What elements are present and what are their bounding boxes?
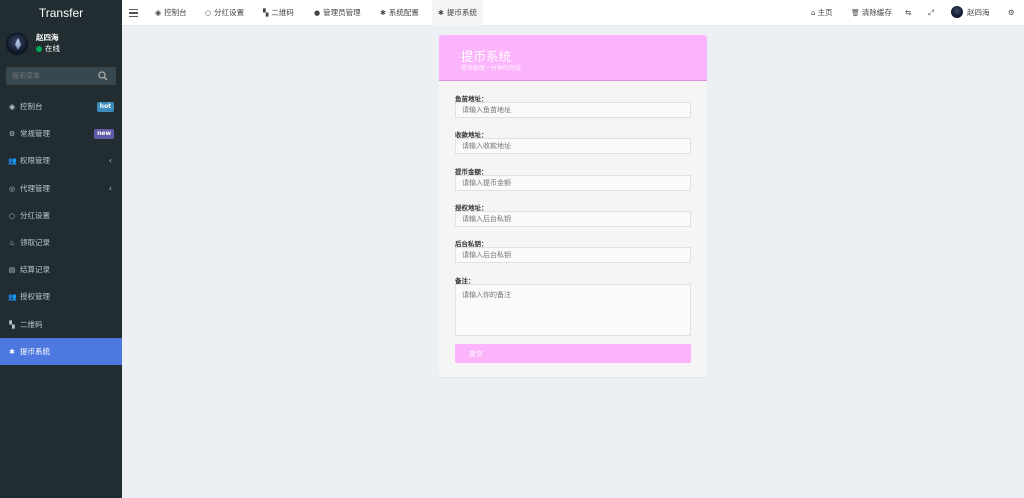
sidebar-item-label: 代理管理 [20, 183, 50, 193]
sidebar-item-claim-records[interactable]: ♨ 领取记录 [0, 229, 122, 256]
tab-label: 二维码 [271, 8, 294, 17]
user-menu-name: 赵四海 [967, 8, 990, 17]
user-avatar [6, 33, 28, 55]
sidebar-item-permissions[interactable]: 👥 权限管理 ‹ [0, 147, 122, 174]
remark-textarea[interactable] [455, 284, 691, 336]
cake-icon: ♨ [8, 238, 16, 247]
home-label: 主页 [817, 8, 833, 17]
tab-admins[interactable]: ● 管理员管理 [308, 0, 367, 26]
main-content: 提币系统 提币额度一分钟内完成 鱼苗地址： 收款地址： 提币金额： 授权地址： … [122, 26, 1024, 498]
qrcode-icon: ▚ [9, 320, 15, 329]
qrcode-icon: ▚ [263, 9, 269, 17]
new-badge: new [94, 129, 114, 140]
clear-cache-button[interactable]: 🗑 清除缓存 [851, 0, 892, 26]
sidebar-menu: ◉ 控制台 hot ⚙ 常规管理 new 👥 权限管理 ‹ ◎ 代理管理 ‹ ○ 分红设置 ♨ 领取… [0, 93, 122, 365]
user-menu[interactable]: 赵四海 [951, 0, 990, 26]
sidebar-item-label: 结算记录 [20, 265, 50, 275]
tab-withdraw[interactable]: ✱ 提币系统 [432, 0, 483, 26]
gear-icon: ✱ [9, 347, 15, 356]
users-icon: 👥 [8, 157, 17, 166]
fullscreen-icon[interactable]: ⤢ [928, 0, 934, 26]
settings-gear-icon[interactable]: ⚙ [1008, 0, 1015, 26]
user-icon: ● [314, 9, 321, 17]
user-panel: 赵四海 在线 [0, 26, 122, 62]
chevron-left-icon: ‹ [108, 183, 112, 193]
gear-icon: ✱ [438, 9, 444, 17]
user-circle-icon: ◎ [8, 184, 16, 193]
home-icon: ⌂ [811, 9, 816, 17]
user-status-text: 在线 [45, 44, 60, 53]
tab-system-config[interactable]: ✱ 系统配置 [374, 0, 425, 26]
sidebar-item-label: 权限管理 [20, 156, 50, 166]
chevron-left-icon: ‹ [108, 156, 112, 166]
list-icon: ▤ [8, 266, 16, 275]
tab-label: 系统配置 [388, 8, 419, 17]
language-icon[interactable]: ⇆ [905, 0, 911, 26]
sidebar-item-label: 二维码 [20, 319, 43, 329]
circle-icon: ○ [8, 211, 16, 220]
app-brand[interactable]: Transfer [0, 0, 122, 26]
sidebar-item-label: 提币系统 [20, 346, 50, 356]
dashboard-icon: ◉ [8, 103, 16, 111]
sidebar-search [6, 67, 116, 85]
menu-search-input[interactable] [6, 67, 96, 85]
user-status: 在线 [36, 43, 60, 54]
sidebar-item-label: 领取记录 [20, 237, 50, 247]
sidebar-item-authorization[interactable]: 👥 授权管理 [0, 283, 122, 310]
circle-icon: ○ [205, 9, 212, 17]
tab-dividend[interactable]: ○ 分红设置 [199, 0, 250, 26]
trash-icon: 🗑 [851, 9, 860, 17]
sidebar: Transfer 赵四海 在线 ◉控制台hot ⚙常规管理new 👥权限管理‹ … [0, 0, 122, 498]
panel-subtitle: 提币额度一分钟内完成 [461, 65, 522, 72]
gear-icon: ✱ [380, 9, 386, 17]
withdraw-panel: 提币系统 提币额度一分钟内完成 鱼苗地址： 收款地址： 提币金额： 授权地址： … [439, 35, 707, 377]
dashboard-icon: ◉ [155, 9, 162, 17]
submit-button[interactable]: 提交 [455, 344, 691, 363]
menu-toggle-icon[interactable] [129, 7, 138, 19]
tab-dashboard[interactable]: ◉ 控制台 [149, 0, 193, 26]
clear-cache-label: 清除缓存 [861, 8, 892, 17]
tab-label: 管理员管理 [323, 8, 361, 17]
panel-header: 提币系统 提币额度一分钟内完成 [439, 35, 707, 81]
sidebar-item-label: 常规管理 [20, 129, 50, 139]
sidebar-item-dividend[interactable]: ○ 分红设置 [0, 202, 122, 229]
tab-qrcode[interactable]: ▚ 二维码 [257, 0, 300, 26]
user-avatar [951, 6, 963, 18]
sidebar-item-settlement[interactable]: ▤ 结算记录 [0, 256, 122, 283]
auth-address-input[interactable] [455, 211, 691, 227]
online-dot-icon [36, 46, 42, 52]
sidebar-item-qrcode[interactable]: ▚ 二维码 [0, 311, 122, 338]
sidebar-item-label: 分红设置 [20, 210, 50, 220]
sidebar-item-label: 控制台 [20, 102, 43, 111]
sidebar-item-label: 授权管理 [20, 292, 50, 302]
tab-label: 分红设置 [214, 8, 245, 17]
sidebar-item-agents[interactable]: ◎ 代理管理 ‹ [0, 175, 122, 202]
search-icon[interactable] [98, 71, 108, 81]
sidebar-item-withdraw[interactable]: ✱ 提币系统 [0, 337, 122, 365]
sidebar-item-dashboard[interactable]: ◉ 控制台 hot [0, 93, 122, 120]
hot-badge: hot [96, 102, 114, 112]
fish-address-input[interactable] [455, 102, 691, 118]
cogs-icon: ⚙ [8, 130, 16, 139]
top-navbar: ◉ 控制台 ○ 分红设置 ▚ 二维码 ● 管理员管理 ✱ 系统配置 ✱ 提币系统 ⌂ 主页 🗑… [122, 0, 1024, 26]
user-name: 赵四海 [36, 33, 59, 42]
users-icon: 👥 [8, 293, 17, 302]
home-link[interactable]: ⌂ 主页 [811, 0, 832, 26]
private-key-input[interactable] [455, 247, 691, 263]
receive-address-input[interactable] [455, 138, 691, 154]
tab-label: 提币系统 [446, 8, 477, 17]
sidebar-item-general[interactable]: ⚙ 常规管理 new [0, 120, 122, 147]
withdraw-amount-input[interactable] [455, 175, 691, 191]
tab-label: 控制台 [164, 8, 187, 17]
